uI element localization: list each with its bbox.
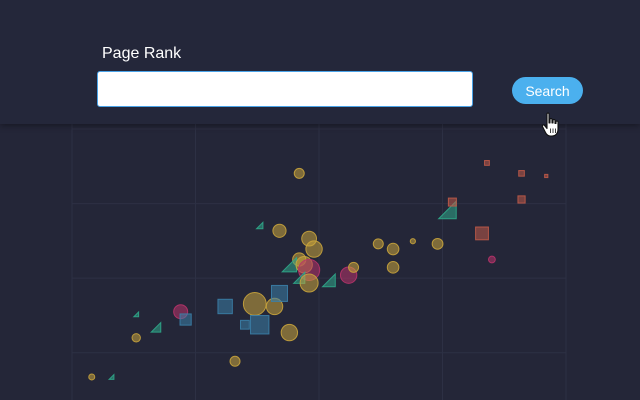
search-button[interactable]: Search: [512, 77, 583, 104]
data-point-circle: [293, 167, 305, 179]
data-point-circle: [372, 238, 384, 250]
data-point-square: [447, 197, 457, 207]
data-point-square: [484, 160, 490, 166]
scatter-chart: [71, 124, 567, 400]
data-point-square: [475, 226, 489, 241]
data-point-circle: [131, 333, 141, 343]
data-point-circle: [88, 373, 96, 381]
hand-pointer-cursor-icon: [541, 112, 559, 137]
data-point-circle: [280, 323, 299, 342]
page-rank-search-input[interactable]: [97, 71, 473, 107]
data-point-triangle: [280, 256, 298, 273]
data-point-triangle: [255, 221, 264, 230]
data-point-square: [217, 298, 233, 315]
data-point-circle: [386, 261, 400, 274]
data-point-square: [517, 195, 526, 204]
data-point-circle: [386, 242, 400, 256]
data-point-triangle: [321, 272, 336, 288]
data-point-square: [240, 319, 250, 330]
data-point-circle: [431, 237, 444, 250]
data-point-square: [270, 284, 288, 302]
data-point-triangle: [107, 373, 115, 380]
data-point-circle: [242, 291, 267, 316]
data-point-triangle: [149, 321, 162, 333]
data-point-circle: [488, 255, 496, 264]
data-point-square: [544, 173, 549, 179]
data-point-circle: [229, 355, 241, 367]
data-point-square: [518, 170, 525, 177]
data-point-circle: [299, 273, 319, 293]
data-point-circle: [348, 261, 360, 273]
data-point-circle: [272, 223, 287, 238]
data-point-square: [250, 315, 270, 335]
data-point-circle: [305, 240, 323, 258]
page-rank-label: Page Rank: [102, 45, 182, 62]
data-point-circle: [409, 238, 416, 245]
data-point-triangle: [132, 310, 140, 318]
search-header: Page Rank Search: [0, 0, 640, 124]
data-point-square: [179, 313, 192, 326]
